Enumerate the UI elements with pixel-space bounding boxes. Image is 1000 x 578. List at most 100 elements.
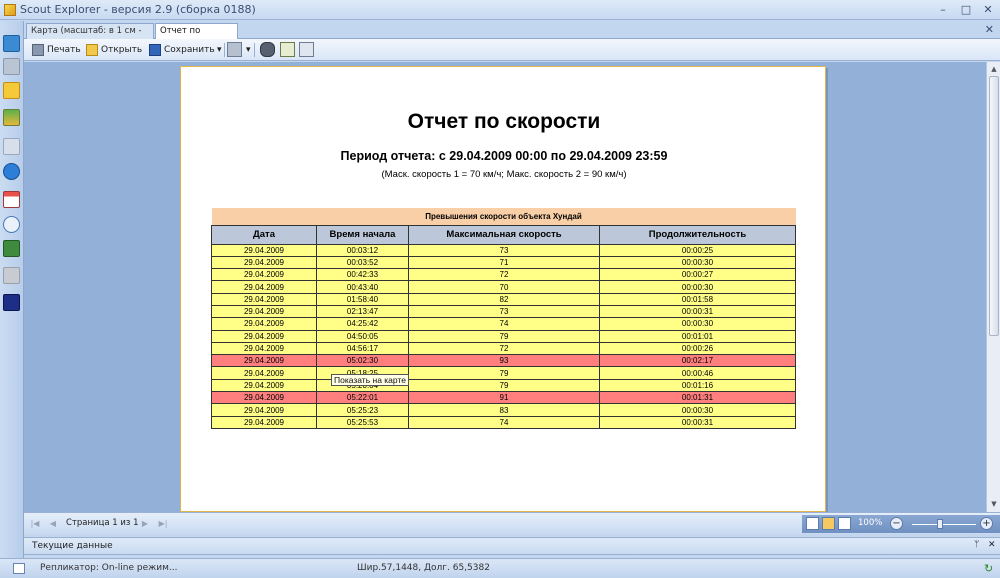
zoom-out-button[interactable]: − xyxy=(890,517,903,530)
cell-duration: 00:00:27 xyxy=(599,268,796,282)
chat-icon[interactable] xyxy=(3,216,20,233)
find-binoculars-icon[interactable] xyxy=(260,42,275,57)
cell-duration: 00:00:30 xyxy=(599,280,796,294)
pin-icon[interactable]: ᛘ xyxy=(974,540,979,550)
coordinates-readout: Шир.57,1448, Долг. 65,5382 xyxy=(357,563,490,573)
table-row[interactable]: 29.04.2009 04:56:17 72 00:00:26 xyxy=(211,341,796,356)
cell-duration: 00:00:30 xyxy=(599,403,796,417)
speed-violations-table: Превышения скорости объекта Хундай Дата … xyxy=(211,208,796,429)
save-button[interactable]: Сохранить xyxy=(149,42,215,58)
cell-date: 29.04.2009 xyxy=(211,329,317,343)
geofence-icon[interactable] xyxy=(3,240,20,257)
cell-start-time: 01:58:40 xyxy=(316,292,409,306)
column-header-start-time: Время начала xyxy=(316,224,409,245)
chart-icon[interactable] xyxy=(3,109,20,126)
cell-date: 29.04.2009 xyxy=(211,354,317,368)
table-caption: Превышения скорости объекта Хундай xyxy=(211,208,796,225)
notes-icon[interactable] xyxy=(3,82,20,99)
multi-page-view-icon[interactable] xyxy=(299,42,314,57)
column-header-duration: Продолжительность xyxy=(599,224,796,245)
refresh-icon[interactable]: ↻ xyxy=(984,562,993,575)
report-period: Период отчета: с 29.04.2009 00:00 по 29.… xyxy=(340,149,668,163)
table-row[interactable]: 29.04.2009 05:25:23 83 00:00:30 xyxy=(211,403,796,417)
current-data-panel[interactable]: Текущие данные ᛘ ✕ xyxy=(24,537,1000,555)
next-page-button[interactable]: ▶ xyxy=(138,517,152,531)
cell-date: 29.04.2009 xyxy=(211,317,317,331)
page-setup-dropdown-arrow[interactable]: ▾ xyxy=(242,42,251,58)
cell-max-speed: 74 xyxy=(408,415,600,429)
cell-start-time: 02:13:47 xyxy=(316,304,409,319)
zoom-in-button[interactable]: + xyxy=(980,517,993,530)
page-indicator: Страница 1 из 1 xyxy=(66,518,139,528)
table-row[interactable]: 29.04.2009 00:42:33 72 00:00:27 xyxy=(211,268,796,282)
cell-max-speed: 91 xyxy=(408,391,600,405)
open-button[interactable]: Открыть xyxy=(86,42,142,58)
save-dropdown-arrow[interactable]: ▾ xyxy=(213,42,222,58)
last-page-button[interactable]: ▶| xyxy=(156,517,170,531)
zoom-slider-thumb[interactable] xyxy=(937,519,943,529)
cell-date: 29.04.2009 xyxy=(211,366,317,380)
table-row[interactable]: 29.04.2009 00:03:52 71 00:00:30 xyxy=(211,255,796,270)
table-row[interactable]: 29.04.200905:18:257900:00:46 xyxy=(211,366,796,380)
cell-date: 29.04.2009 xyxy=(211,378,317,393)
table-row[interactable]: 29.04.2009 00:43:40 70 00:00:30 xyxy=(211,280,796,294)
cell-duration: 00:00:25 xyxy=(599,243,796,257)
close-panel-icon[interactable]: ✕ xyxy=(988,540,996,550)
table-row[interactable]: 29.04.2009 05:25:53 74 00:00:31 xyxy=(211,415,796,429)
scroll-up-arrow[interactable]: ▲ xyxy=(988,63,1000,75)
toolbar-separator xyxy=(224,43,225,57)
table-row[interactable]: 29.04.2009 01:58:40 82 00:01:58 xyxy=(211,292,796,306)
vehicles-icon[interactable] xyxy=(3,58,20,75)
tools-icon[interactable] xyxy=(3,138,20,155)
cell-date: 29.04.2009 xyxy=(211,243,317,257)
table-row[interactable]: 29.04.2009 00:03:12 73 00:00:25 xyxy=(211,243,796,257)
first-page-button[interactable]: |◀ xyxy=(28,517,42,531)
cell-start-time: 05:25:53 xyxy=(316,415,409,429)
prev-page-button[interactable]: ◀ xyxy=(46,517,60,531)
maximize-button[interactable]: □ xyxy=(955,2,977,17)
cell-date: 29.04.2009 xyxy=(211,391,317,405)
table-row[interactable]: 29.04.2009 02:13:47 73 00:00:31 xyxy=(211,304,796,319)
page-setup-icon[interactable] xyxy=(227,42,242,57)
cell-date: 29.04.2009 xyxy=(211,292,317,306)
multi-page-icon[interactable] xyxy=(838,517,851,530)
zoom-controls: 100% − + xyxy=(802,515,1000,533)
cell-start-time: 05:02:30 xyxy=(316,354,409,368)
table-row[interactable]: 29.04.200905:20:047900:01:16 xyxy=(211,378,796,393)
save-label: Сохранить xyxy=(164,45,215,55)
page-width-icon[interactable] xyxy=(822,517,835,530)
table-row[interactable]: 29.04.2009 04:25:42 74 00:00:30 xyxy=(211,317,796,331)
grid-icon[interactable] xyxy=(3,267,20,284)
table-row[interactable]: 29.04.2009 05:02:30 93 00:02:17 xyxy=(211,354,796,368)
vertical-scrollbar[interactable]: ▲ ▼ xyxy=(986,62,1000,512)
tab-speed-report[interactable]: Отчет по скорости xyxy=(155,23,238,51)
close-window-button[interactable]: ✕ xyxy=(977,2,999,17)
single-page-icon[interactable] xyxy=(806,517,819,530)
cell-max-speed: 79 xyxy=(408,366,600,380)
table-row[interactable]: 29.04.2009 05:22:01 91 00:01:31 xyxy=(211,391,796,405)
app-logo-icon xyxy=(4,4,16,16)
help-icon[interactable] xyxy=(3,163,20,180)
close-tab-icon[interactable]: ✕ xyxy=(985,23,994,36)
zoom-slider-track[interactable] xyxy=(912,524,976,525)
single-page-view-icon[interactable] xyxy=(280,42,295,57)
cell-start-time: 00:42:33 xyxy=(316,268,409,282)
report-toolbar: Печать Открыть Сохранить ▾ ▾ xyxy=(24,39,1000,61)
minimize-button[interactable]: – xyxy=(932,2,954,17)
cell-max-speed: 83 xyxy=(408,403,600,417)
scroll-down-arrow[interactable]: ▼ xyxy=(988,498,1000,510)
cell-date: 29.04.2009 xyxy=(211,304,317,319)
printer-icon xyxy=(32,44,44,56)
table-row[interactable]: 29.04.2009 04:50:05 79 00:01:01 xyxy=(211,329,796,343)
print-button[interactable]: Печать xyxy=(32,42,81,58)
open-label: Открыть xyxy=(101,45,143,55)
calendar-icon[interactable] xyxy=(3,191,20,208)
floppy-icon xyxy=(149,44,161,56)
export-icon[interactable] xyxy=(3,294,20,311)
globe-car-icon[interactable] xyxy=(3,35,20,52)
panel-title: Текущие данные xyxy=(32,541,113,551)
scroll-thumb[interactable] xyxy=(989,76,999,336)
tab-map[interactable]: Карта (масштаб: в 1 см - 79 м) xyxy=(26,23,154,51)
cell-max-speed: 82 xyxy=(408,292,600,306)
cell-max-speed: 72 xyxy=(408,268,600,282)
